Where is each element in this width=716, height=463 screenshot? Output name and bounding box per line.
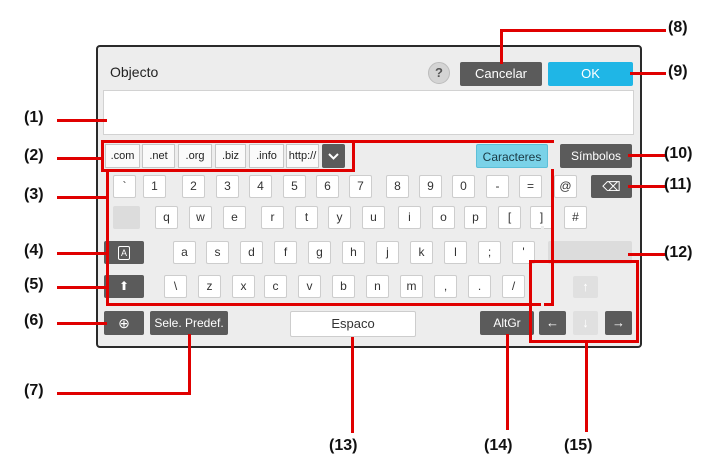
preset-select-button[interactable]: Sele. Predef. (150, 311, 228, 335)
callout-line-12 (628, 253, 666, 256)
callout-line-8-horiz (500, 29, 666, 32)
key[interactable]: # (564, 206, 587, 229)
callout-box-character-keys-top (354, 140, 554, 143)
callout-line-4 (57, 252, 107, 255)
altgr-button[interactable]: AltGr (480, 311, 534, 335)
callout-line-10 (628, 154, 666, 157)
callout-line-6 (57, 322, 107, 325)
space-key[interactable]: Espaco (290, 311, 416, 337)
callout-line-2 (57, 157, 101, 160)
callout-box-arrow-keys (529, 260, 639, 343)
callout-box-character-keys (106, 169, 554, 306)
callout-line-1 (57, 119, 107, 122)
callout-label-14: (14) (484, 437, 513, 454)
globe-icon[interactable]: ⊕ (104, 311, 144, 335)
callout-label-6: (6) (24, 312, 44, 329)
callout-label-4: (4) (24, 242, 44, 259)
callout-label-15: (15) (564, 437, 593, 454)
callout-label-11: (11) (664, 176, 692, 193)
callout-line-8-vert (500, 29, 503, 64)
tab-characters[interactable]: Caracteres (476, 144, 548, 168)
callout-line-13 (351, 337, 354, 433)
dialog-title: Objecto (110, 64, 159, 80)
callout-line-7-horiz (57, 392, 191, 395)
ok-button[interactable]: OK (548, 62, 633, 86)
backspace-icon[interactable]: ⌫ (591, 175, 632, 198)
callout-label-2: (2) (24, 147, 44, 164)
cancel-button[interactable]: Cancelar (460, 62, 542, 86)
callout-box-domain-keys (101, 140, 355, 172)
callout-label-13: (13) (329, 437, 358, 454)
callout-label-8: (8) (668, 19, 688, 36)
tab-symbols[interactable]: Símbolos (560, 144, 632, 168)
callout-line-3 (57, 196, 107, 199)
callout-line-7-vert (188, 334, 191, 394)
callout-label-1: (1) (24, 109, 44, 126)
callout-line-5 (57, 286, 107, 289)
callout-label-3: (3) (24, 186, 44, 203)
help-icon[interactable]: ? (428, 62, 450, 84)
callout-line-11 (628, 185, 666, 188)
callout-label-9: (9) (668, 63, 688, 80)
callout-line-9 (630, 72, 666, 75)
callout-label-10: (10) (664, 145, 693, 162)
callout-line-14 (506, 334, 509, 430)
callout-label-7: (7) (24, 382, 44, 399)
text-input-field[interactable] (103, 90, 634, 135)
callout-label-5: (5) (24, 276, 44, 293)
callout-label-12: (12) (664, 244, 693, 261)
key[interactable]: @ (554, 175, 577, 198)
callout-line-15 (585, 342, 588, 432)
